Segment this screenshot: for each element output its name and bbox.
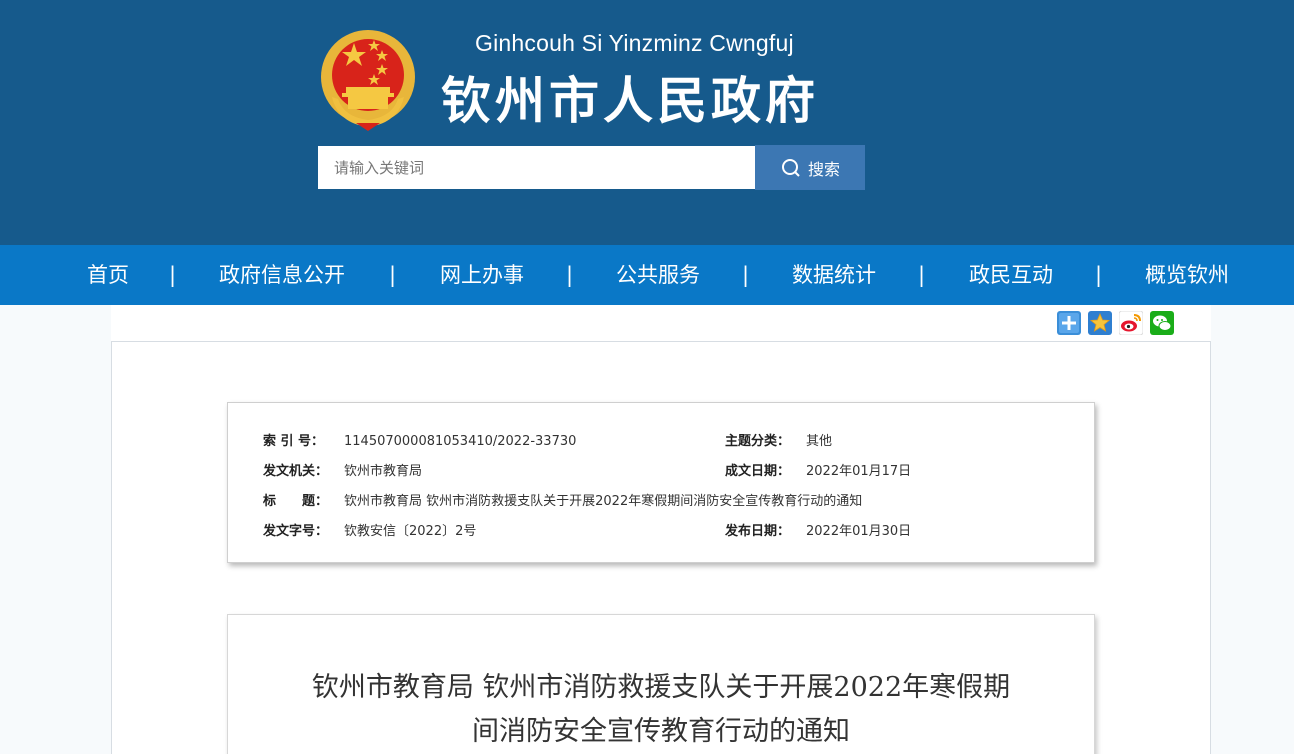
search-icon [781,158,800,177]
meta-docno-value: 钦教安信〔2022〕2号 [344,524,477,539]
meta-topic-label: 主题分类： [725,434,791,449]
meta-issuer-value: 钦州市教育局 [344,464,423,479]
nav-separator: | [169,263,177,287]
main-nav: 首页 | 政府信息公开 | 网上办事 | 公共服务 | 数据统计 | 政民互动 … [0,245,1294,305]
zhuang-site-name: Ginhcouh Si Yinzminz Cwngfuj [475,30,794,56]
meta-index-value: 114507000081053410/2022-33730 [344,434,577,449]
nav-separator: | [918,263,926,287]
search-button[interactable]: 搜索 [755,145,865,190]
meta-index: 索 引 号： 114507000081053410/2022-33730 [263,430,576,449]
meta-topic-value: 其他 [806,434,833,449]
article-title-line-1: 钦州市教育局 钦州市消防救援支队关于开展2022年寒假期 [311,672,1011,703]
share-bar [111,305,1211,341]
share-plus-icon[interactable] [1057,311,1081,335]
meta-topic: 主题分类： 其他 [725,430,832,449]
meta-docno-label: 发文字号： [263,524,329,539]
meta-docno: 发文字号： 钦教安信〔2022〕2号 [263,520,476,539]
search-input[interactable] [318,146,755,189]
wechat-icon[interactable] [1150,311,1174,335]
meta-created-label: 成文日期： [725,464,791,479]
site-title[interactable]: 钦州市人民政府 [441,66,819,136]
meta-index-label: 索 引 号： [263,434,325,449]
nav-item-home[interactable]: 首页 [87,245,129,305]
nav-separator: | [566,263,574,287]
article-title: 钦州市教育局 钦州市消防救援支队关于开展2022年寒假期 间消防安全宣传教育行动… [254,666,1068,754]
meta-published: 发布日期： 2022年01月30日 [725,520,911,539]
favorite-star-icon[interactable] [1088,311,1112,335]
nav-item-overview[interactable]: 概览钦州 [1145,245,1229,305]
meta-issuer: 发文机关： 钦州市教育局 [263,460,422,479]
nav-separator: | [1095,263,1103,287]
meta-created-value: 2022年01月17日 [806,464,912,479]
nav-separator: | [389,263,397,287]
article-title-line-2: 间消防安全宣传教育行动的通知 [472,716,850,747]
national-emblem-icon [321,30,415,131]
nav-item-gov-info[interactable]: 政府信息公开 [219,245,345,305]
weibo-icon[interactable] [1119,311,1143,335]
meta-published-label: 发布日期： [725,524,791,539]
nav-item-online-services[interactable]: 网上办事 [440,245,524,305]
search-button-label: 搜索 [807,159,840,179]
meta-issuer-label: 发文机关： [263,464,329,479]
site-header: Ginhcouh Si Yinzminz Cwngfuj 钦州市人民政府 搜索 [0,0,1294,245]
nav-separator: | [742,263,750,287]
nav-item-statistics[interactable]: 数据统计 [792,245,876,305]
meta-title-value: 钦州市教育局 钦州市消防救援支队关于开展2022年寒假期间消防安全宣传教育行动的… [344,494,863,509]
meta-published-value: 2022年01月30日 [806,524,912,539]
nav-item-public-services[interactable]: 公共服务 [616,245,700,305]
meta-title-label: 标 题： [263,494,329,509]
meta-created: 成文日期： 2022年01月17日 [725,460,911,479]
meta-title: 标 题： 钦州市教育局 钦州市消防救援支队关于开展2022年寒假期间消防安全宣传教… [263,490,862,509]
nav-item-interaction[interactable]: 政民互动 [969,245,1053,305]
